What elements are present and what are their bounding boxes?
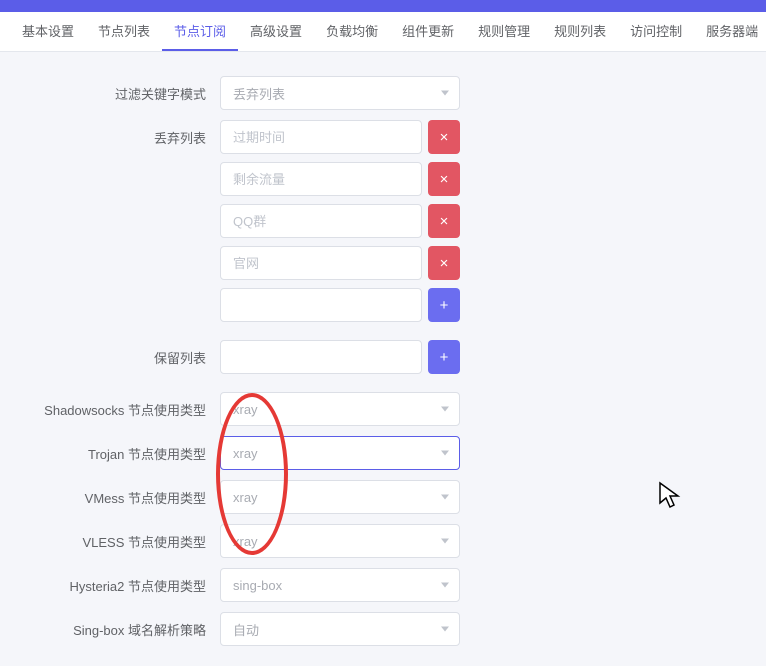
singbox-dns-select[interactable]: 自动	[220, 612, 460, 646]
close-icon: ×	[440, 129, 449, 146]
tab-node-list[interactable]: 节点列表	[86, 12, 162, 51]
add-button[interactable]: +	[428, 340, 460, 374]
filter-mode-label: 过滤关键字模式	[0, 76, 220, 103]
tab-node-subscribe[interactable]: 节点订阅	[162, 12, 238, 51]
singbox-dns-label: Sing-box 域名解析策略	[0, 612, 220, 639]
chevron-down-icon	[441, 91, 449, 96]
tab-rule-manage[interactable]: 规则管理	[466, 12, 542, 51]
remove-button[interactable]: ×	[428, 162, 460, 196]
keep-input-0[interactable]	[220, 340, 422, 374]
plus-icon: +	[440, 297, 449, 314]
trojan-node-type-label: Trojan 节点使用类型	[0, 436, 220, 463]
tab-rule-list[interactable]: 规则列表	[542, 12, 618, 51]
vless-node-type-label: VLESS 节点使用类型	[0, 524, 220, 551]
chevron-down-icon	[441, 451, 449, 456]
plus-icon: +	[440, 349, 449, 366]
chevron-down-icon	[441, 627, 449, 632]
chevron-down-icon	[441, 539, 449, 544]
vless-node-type-value: xray	[233, 534, 258, 549]
vless-node-type-select[interactable]: xray	[220, 524, 460, 558]
chevron-down-icon	[441, 583, 449, 588]
ss-node-type-select[interactable]: xray	[220, 392, 460, 426]
discard-input-0[interactable]	[220, 120, 422, 154]
ss-node-type-value: xray	[233, 402, 258, 417]
tab-component-update[interactable]: 组件更新	[390, 12, 466, 51]
header-accent	[0, 0, 766, 12]
discard-input-3[interactable]	[220, 246, 422, 280]
hysteria2-node-type-value: sing-box	[233, 578, 282, 593]
close-icon: ×	[440, 171, 449, 188]
trojan-node-type-select[interactable]: xray	[220, 436, 460, 470]
tab-basic-settings[interactable]: 基本设置	[10, 12, 86, 51]
singbox-dns-value: 自动	[233, 620, 259, 639]
close-icon: ×	[440, 255, 449, 272]
vmess-node-type-label: VMess 节点使用类型	[0, 480, 220, 507]
vmess-node-type-value: xray	[233, 490, 258, 505]
tab-access-control[interactable]: 访问控制	[618, 12, 694, 51]
ss-node-type-label: Shadowsocks 节点使用类型	[0, 392, 220, 419]
discard-list-label: 丢弃列表	[0, 120, 220, 147]
remove-button[interactable]: ×	[428, 120, 460, 154]
discard-input-2[interactable]	[220, 204, 422, 238]
tab-advanced[interactable]: 高级设置	[238, 12, 314, 51]
filter-mode-select[interactable]: 丢弃列表	[220, 76, 460, 110]
hysteria2-node-type-select[interactable]: sing-box	[220, 568, 460, 602]
discard-input-4[interactable]	[220, 288, 422, 322]
close-icon: ×	[440, 213, 449, 230]
remove-button[interactable]: ×	[428, 246, 460, 280]
tab-load-balance[interactable]: 负载均衡	[314, 12, 390, 51]
trojan-node-type-value: xray	[233, 446, 258, 461]
chevron-down-icon	[441, 407, 449, 412]
keep-list-label: 保留列表	[0, 340, 220, 367]
hysteria2-node-type-label: Hysteria2 节点使用类型	[0, 568, 220, 595]
discard-input-1[interactable]	[220, 162, 422, 196]
chevron-down-icon	[441, 495, 449, 500]
vmess-node-type-select[interactable]: xray	[220, 480, 460, 514]
tabs-bar: 基本设置 节点列表 节点订阅 高级设置 负载均衡 组件更新 规则管理 规则列表 …	[0, 12, 766, 52]
add-button[interactable]: +	[428, 288, 460, 322]
remove-button[interactable]: ×	[428, 204, 460, 238]
filter-mode-value: 丢弃列表	[233, 84, 285, 103]
form-content: 过滤关键字模式 丢弃列表 丢弃列表 × × × ×	[0, 52, 766, 666]
tab-server[interactable]: 服务器端	[694, 12, 766, 51]
